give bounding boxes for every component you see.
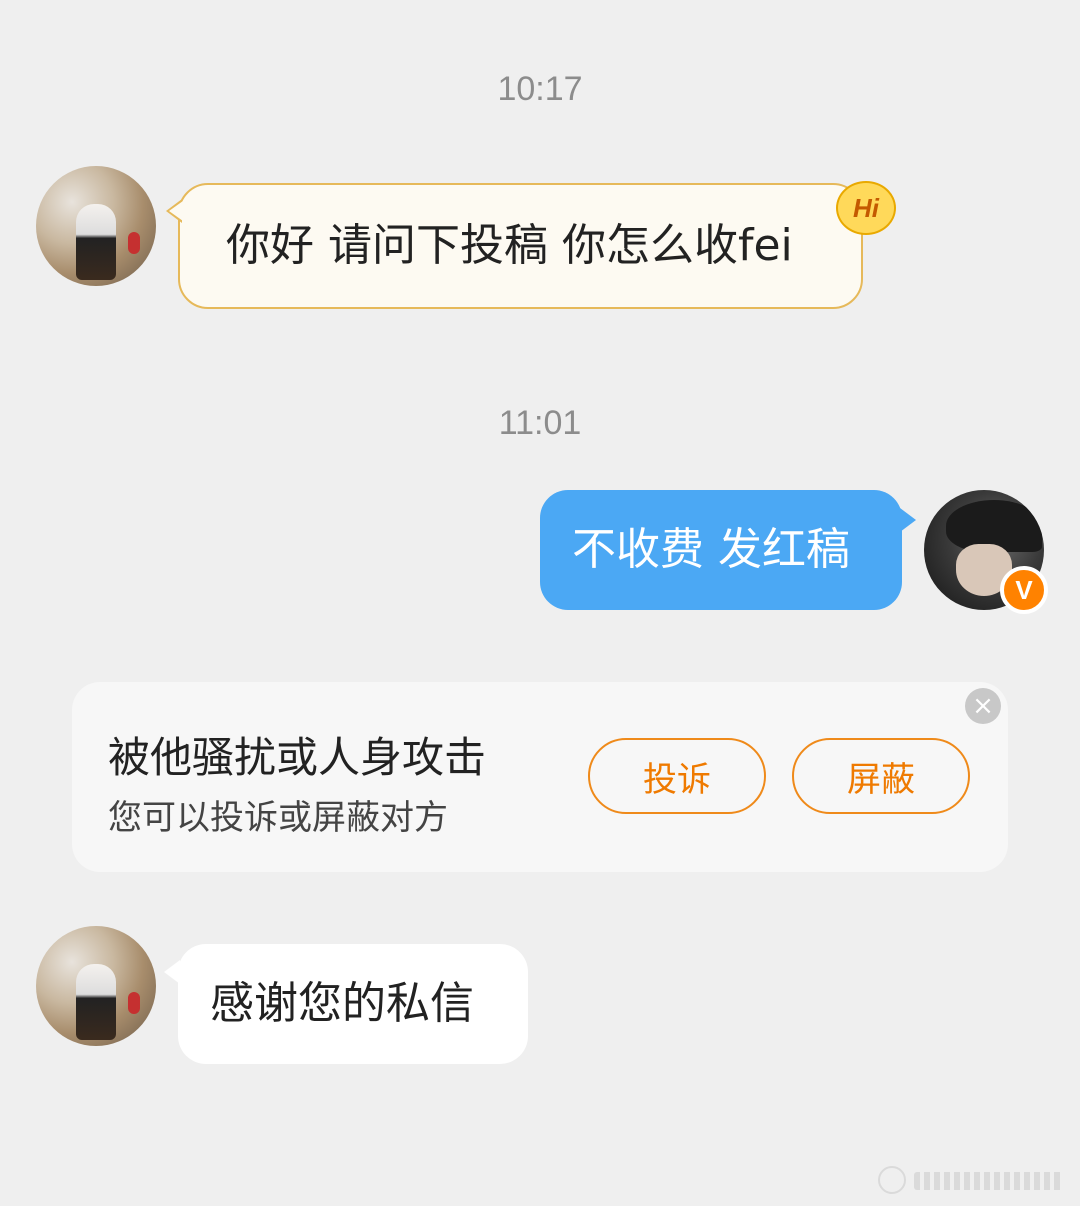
block-button[interactable]: 屏蔽 xyxy=(792,738,970,814)
timestamp-1: 10:17 xyxy=(497,70,583,108)
avatar-accent xyxy=(128,992,140,1014)
watermark xyxy=(878,1166,1068,1196)
avatar-other[interactable] xyxy=(36,166,156,286)
message-text: 你好 请问下投稿 你怎么收fei xyxy=(226,220,793,271)
avatar-accent xyxy=(128,232,140,254)
hi-badge-icon: Hi xyxy=(836,181,896,235)
message-bubble-reply[interactable]: 感谢您的私信 xyxy=(164,944,528,1064)
card-title: 被他骚扰或人身攻击 xyxy=(108,733,487,782)
avatar-figure xyxy=(76,204,116,280)
avatar-figure xyxy=(76,964,116,1040)
message-bubble-self[interactable]: 不收费 发红稿 xyxy=(540,490,916,610)
verified-badge-icon: V xyxy=(1000,566,1048,614)
report-button[interactable]: 投诉 xyxy=(588,738,766,814)
watermark-circle xyxy=(878,1166,906,1194)
avatar-other[interactable] xyxy=(36,926,156,1046)
close-icon[interactable]: × xyxy=(965,688,1001,724)
message-text: 不收费 发红稿 xyxy=(572,524,850,575)
card-subtitle: 您可以投诉或屏蔽对方 xyxy=(108,798,448,838)
message-text: 感谢您的私信 xyxy=(210,978,474,1029)
timestamp-2: 11:01 xyxy=(498,404,582,442)
message-bubble-hi[interactable]: 你好 请问下投稿 你怎么收fei xyxy=(166,183,863,309)
watermark-bars xyxy=(914,1172,1064,1190)
harassment-card: 被他骚扰或人身攻击 您可以投诉或屏蔽对方 投诉 屏蔽 × xyxy=(72,682,1008,872)
